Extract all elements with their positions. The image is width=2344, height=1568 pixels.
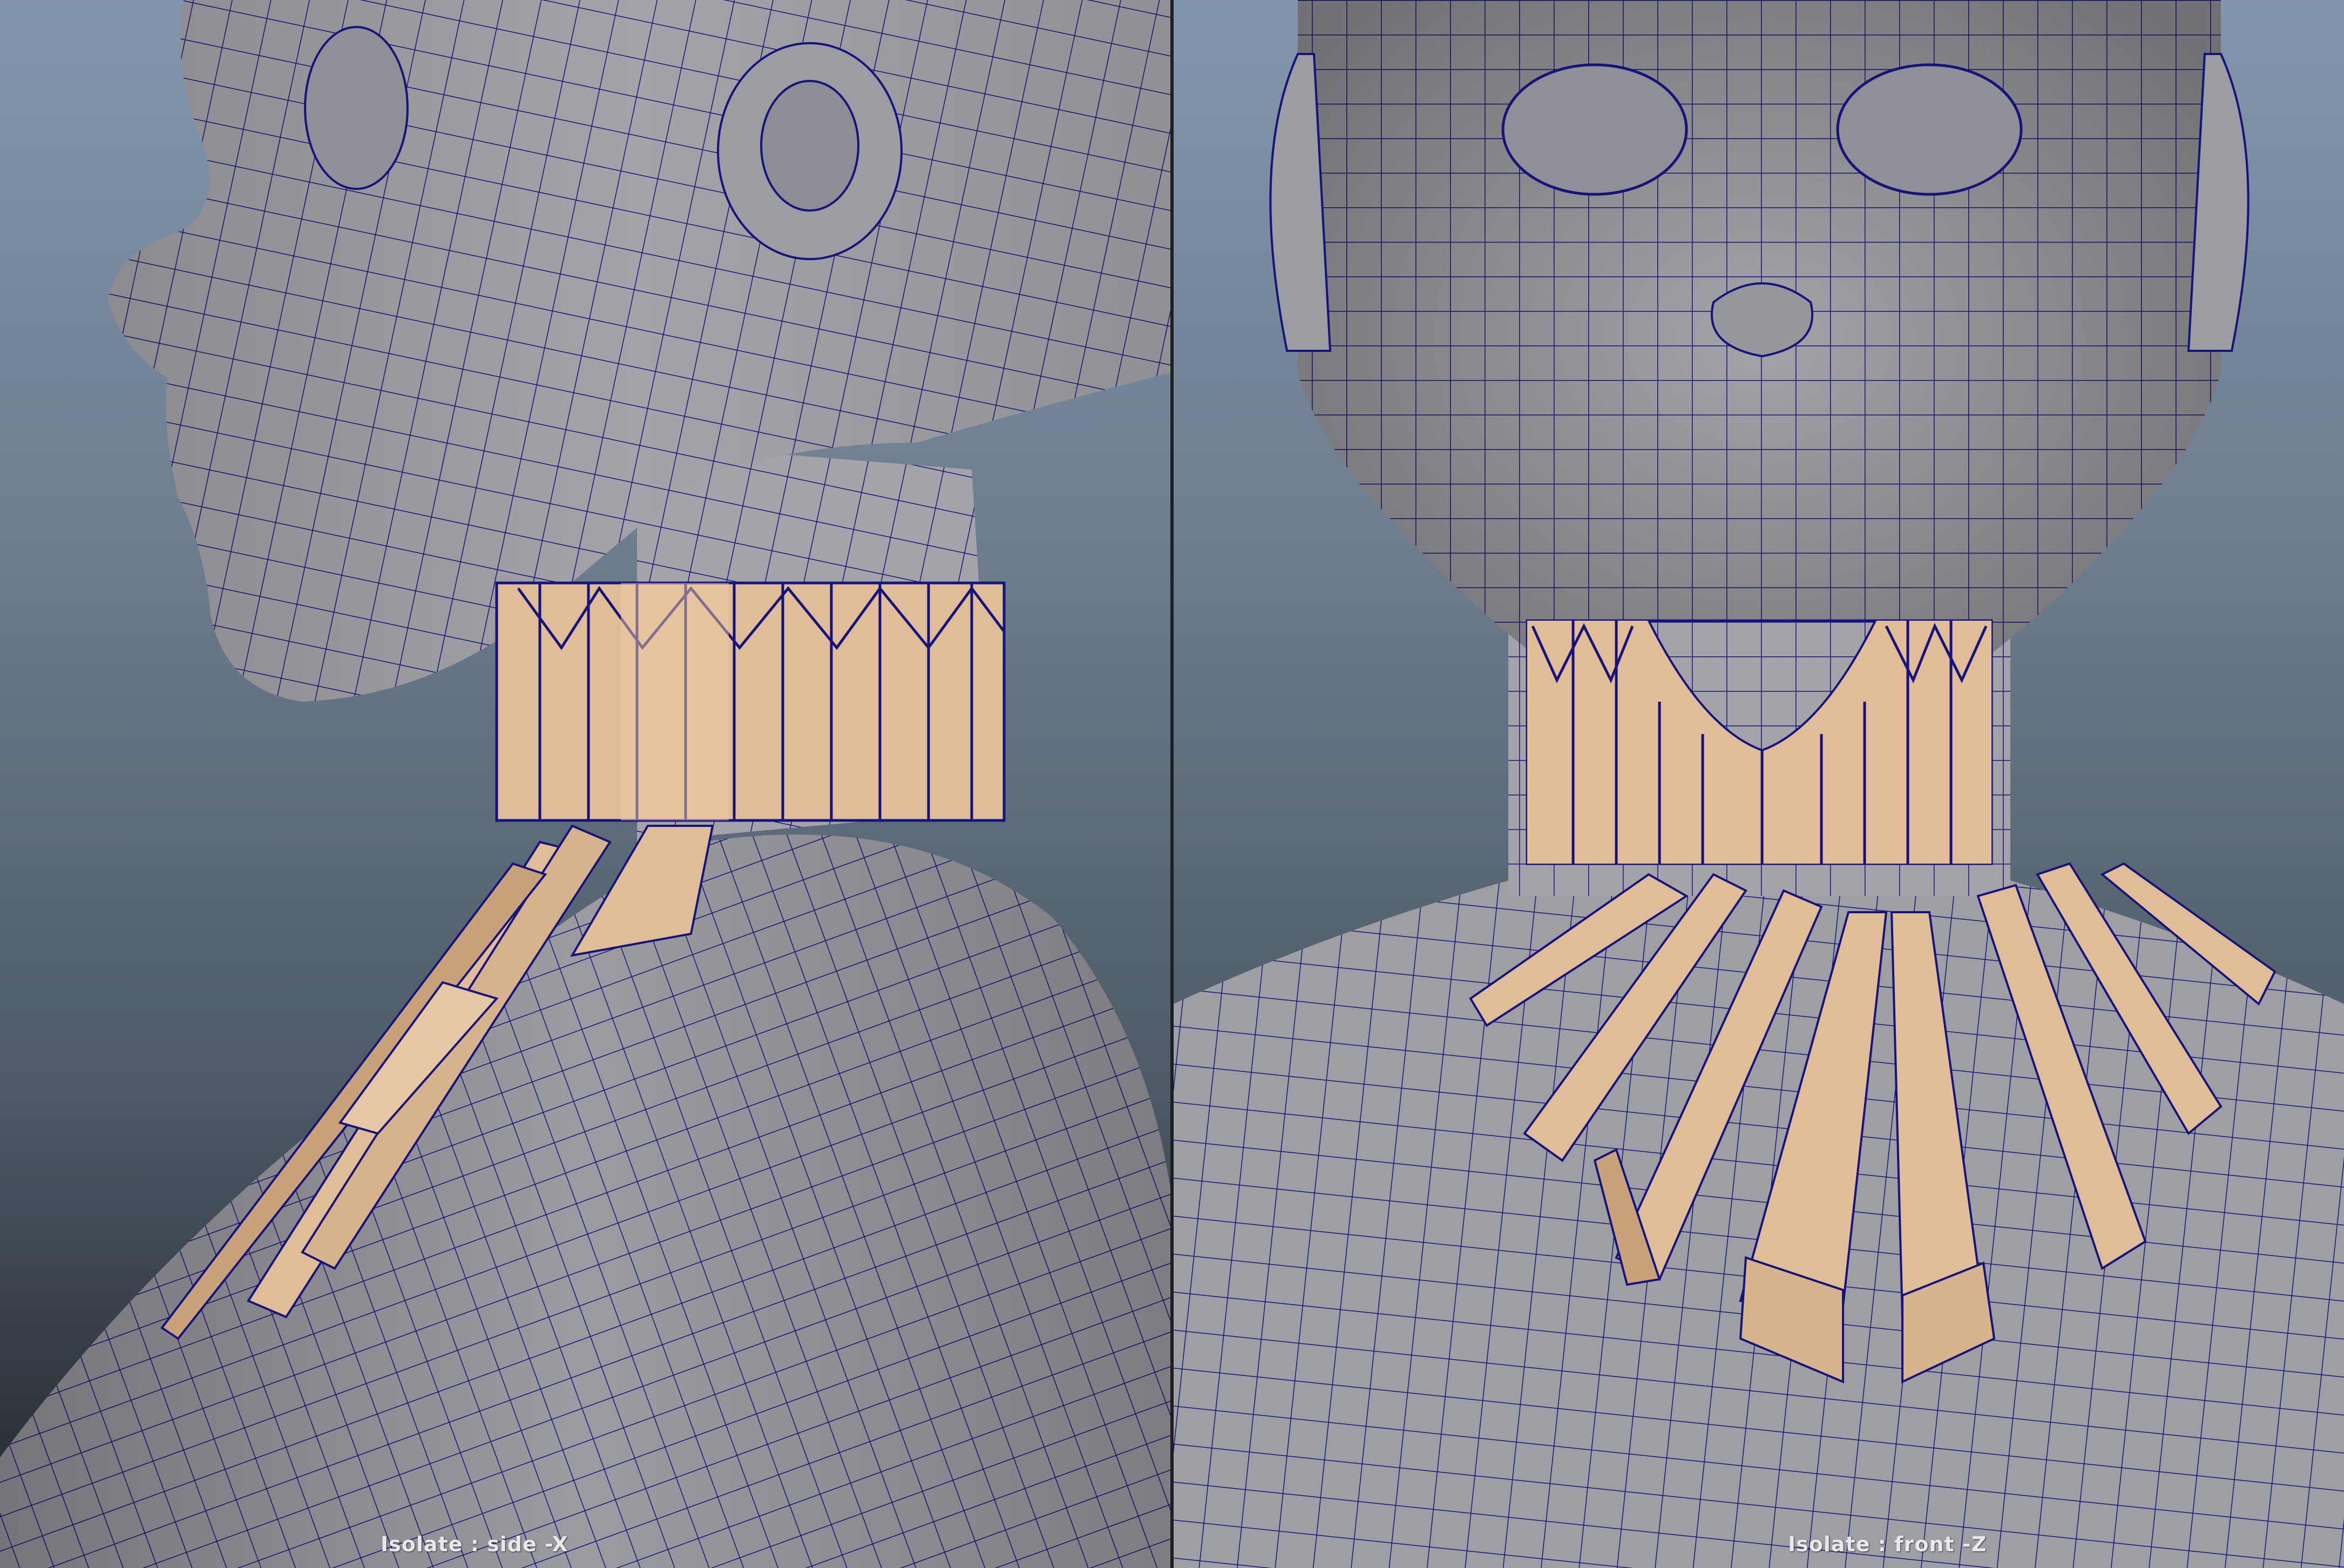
front-view-scene[interactable] xyxy=(1174,0,2344,1568)
side-view-scene[interactable] xyxy=(0,0,1170,1568)
viewport-side[interactable]: Isolate : side -X xyxy=(0,0,1170,1568)
front-eye-right xyxy=(1836,63,2023,196)
side-eye-socket xyxy=(304,26,409,190)
front-eye-left xyxy=(1501,63,1688,196)
viewport-front[interactable]: Isolate : front -Z xyxy=(1174,0,2344,1568)
viewport-container: Isolate : side -X Isolate: front -Z xyxy=(0,0,2344,1568)
front-choker xyxy=(1526,619,1993,865)
side-viewport-label: Isolate : side -X xyxy=(381,1532,568,1556)
front-viewport-label: Isolate : front -Z xyxy=(1788,1532,1987,1556)
side-choker xyxy=(495,581,1006,822)
